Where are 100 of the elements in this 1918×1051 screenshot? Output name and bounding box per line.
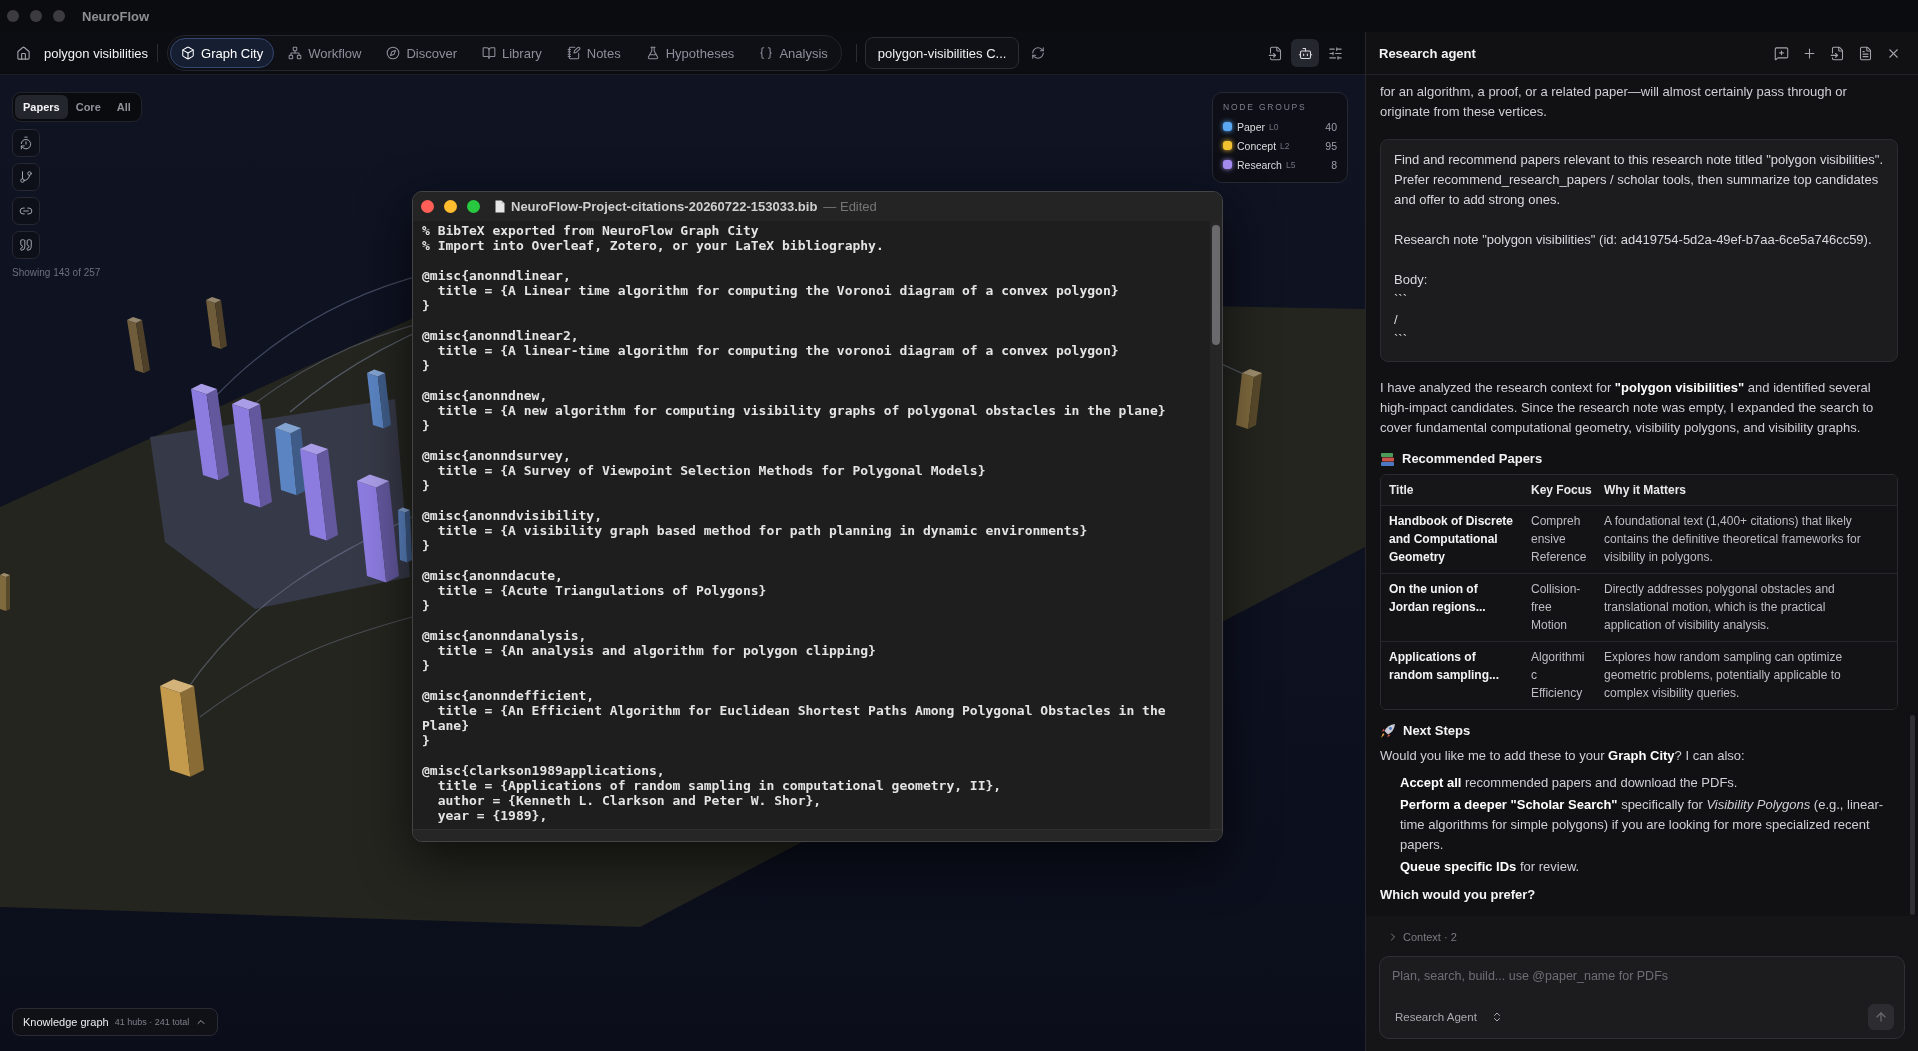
- city-pillar: [206, 297, 227, 349]
- quote-button[interactable]: [12, 231, 40, 259]
- compass-icon: [386, 46, 401, 60]
- link-icon: [19, 204, 33, 218]
- code-line: % Import into Overleaf, Zotero, or your LaTeX bibliography.: [422, 238, 885, 253]
- plus-icon[interactable]: [1802, 45, 1817, 61]
- tier-label: L2: [1280, 140, 1290, 151]
- project-title: polygon visibilities: [44, 45, 149, 61]
- code-line: }: [422, 358, 431, 373]
- notebook-icon: [566, 46, 581, 60]
- group-count: 40: [1325, 120, 1337, 133]
- timer-reset-icon: [19, 136, 33, 150]
- scrollbar-track[interactable]: [1210, 221, 1222, 829]
- code-line: @misc{anonndvisibility,: [422, 508, 603, 523]
- arrow-up-icon: [1874, 1010, 1888, 1024]
- nav-tab[interactable]: Discover: [375, 38, 468, 68]
- link-button[interactable]: [12, 197, 40, 225]
- view-mode-tab[interactable]: Core: [67, 95, 109, 119]
- history-button[interactable]: [12, 129, 40, 157]
- scrollbar-track[interactable]: [413, 829, 1222, 841]
- message-text: for an algorithm, a proof, or a related paper—will almost certainly pass through or originate from these vertices.: [1380, 83, 1848, 121]
- sliders-icon: [1327, 45, 1343, 61]
- section-heading: Recommended Papers: [1402, 450, 1543, 468]
- minimize-button[interactable]: [444, 200, 457, 213]
- showing-count: Showing 143 of 257: [12, 267, 101, 278]
- code-line: }: [422, 733, 431, 748]
- document-icon: [495, 200, 505, 213]
- code-line: title = {An analysis and algorithm for polygon clipping}: [436, 643, 877, 658]
- message-text: Body: ``` / ```: [1394, 271, 1429, 349]
- document-tab[interactable]: polygon-visibilities C...: [864, 37, 1020, 69]
- code-line: @misc{anonndanalysis,: [422, 628, 588, 643]
- view-mode-tab[interactable]: Papers: [15, 95, 68, 119]
- file-import-icon: [1267, 45, 1283, 61]
- message-text: I have analyzed the research context for "polygon visibilities" and identified several high-impact candidates. Since the research note was empty, I expanded the search to cover fundamental computational geometry, visibility polygons, and visibility graphs.: [1380, 379, 1875, 437]
- table-cell: Applications of random sampling...: [1381, 641, 1523, 709]
- code-line: title = {A linear-time algorithm for computing the voronoi diagram of a convex polygon}: [436, 343, 1120, 358]
- message-text: Research note "polygon visibilities" (id: ad419754-5d2a-49ef-b7aa-6ce5a746cc59).: [1394, 231, 1873, 249]
- file-import-icon[interactable]: [1830, 45, 1845, 61]
- code-line: @misc{anonndacute,: [422, 568, 564, 583]
- edited-status: — Edited: [823, 199, 877, 214]
- network-icon: [288, 46, 303, 60]
- nav-tab[interactable]: Workflow: [277, 38, 373, 68]
- code-line: @misc{anonndefficient,: [422, 688, 596, 703]
- group-count: 95: [1325, 139, 1337, 152]
- message-input[interactable]: Plan, search, build... use @paper_name for PDFs: [1392, 966, 1894, 986]
- nav-tab[interactable]: Library: [471, 38, 553, 68]
- code-line: title = {An Efficient Algorithm for Euclidean Shortest Paths Among Polygonal Obstacles in the Plane}: [422, 703, 1167, 733]
- agent-select[interactable]: Research Agent: [1392, 1011, 1503, 1023]
- nav-tab[interactable]: Hypotheses: [634, 38, 746, 68]
- code-line: @misc{anonndnew,: [422, 388, 549, 403]
- zoom-button[interactable]: [467, 200, 480, 213]
- code-line: % BibTeX exported from NeuroFlow Graph City: [422, 223, 760, 238]
- home-icon[interactable]: [16, 45, 31, 61]
- code-line: title = {A new algorithm for computing visibility graphs of polygonal obstacles in the plane}: [436, 403, 1167, 418]
- robot-icon: [1297, 45, 1313, 61]
- code-line: @misc{anonndlinear2,: [422, 328, 580, 343]
- cube-icon: [181, 46, 196, 60]
- option-text: Queue specific IDs for review.: [1400, 858, 1581, 876]
- view-mode-tab[interactable]: All: [108, 95, 139, 119]
- code-line: }: [422, 478, 431, 493]
- refresh-icon[interactable]: [1031, 46, 1046, 60]
- code-line: title = {A Linear time algorithm for computing the Voronoi diagram of a convex polygon}: [436, 283, 1120, 298]
- column-header: Title: [1381, 475, 1523, 505]
- code-line: title = {Applications of random sampling in computational geometry, II},: [436, 778, 1003, 793]
- city-pillar: [1236, 369, 1262, 429]
- nav-tab[interactable]: Analysis: [748, 38, 839, 68]
- close-button[interactable]: [421, 200, 434, 213]
- new-chat-icon[interactable]: [1774, 45, 1789, 61]
- scrollbar-thumb[interactable]: [1910, 715, 1915, 915]
- panel-title: Research agent: [1379, 45, 1476, 61]
- document-icon[interactable]: [1858, 45, 1873, 61]
- nav-tab[interactable]: Notes: [555, 38, 632, 68]
- group-label: Research: [1237, 158, 1282, 171]
- branch-button[interactable]: [12, 163, 40, 191]
- message-text: Find and recommend papers relevant to this research note titled "polygon visibilities". Prefer recommend_research_papers / scholar tools, then summarize top candidates and offer to add strong ones.: [1394, 151, 1885, 209]
- knowledge-graph-button[interactable]: Knowledge graph 41 hubs · 241 total: [12, 1008, 219, 1036]
- group-label: Concept: [1237, 139, 1277, 152]
- column-header: Why it Matters: [1596, 475, 1897, 505]
- city-pillar: [0, 573, 10, 611]
- nav-tab[interactable]: Graph City: [170, 38, 275, 68]
- braces-icon: [759, 46, 774, 60]
- rocket-icon: [1380, 723, 1396, 739]
- graph-canvas[interactable]: [0, 75, 1365, 1051]
- flask-icon: [645, 46, 660, 60]
- code-line: @misc{anonndlinear,: [422, 268, 572, 283]
- context-toggle[interactable]: Context · 2: [1379, 930, 1457, 944]
- code-line: title = {Acute Triangulations of Polygons}: [436, 583, 768, 598]
- code-line: year = {1989},: [436, 808, 549, 823]
- message-text: Which would you prefer?: [1380, 886, 1537, 904]
- message-text: Would you like me to add these to your Graph City? I can also:: [1380, 747, 1746, 765]
- tier-label: L5: [1285, 159, 1296, 170]
- window-title: NeuroFlow: [82, 8, 150, 24]
- group-count: 8: [1331, 158, 1337, 171]
- table-cell: Explores how random sampling can optimize geometric problems, potentially applicable to complex visibility queries.: [1596, 641, 1897, 709]
- agent-button[interactable]: [1291, 39, 1319, 67]
- quote-icon: [19, 238, 33, 252]
- section-heading: Next Steps: [1403, 722, 1471, 740]
- group-label: Paper: [1237, 120, 1266, 133]
- branch-icon: [19, 170, 33, 184]
- scrollbar-thumb[interactable]: [1212, 225, 1220, 345]
